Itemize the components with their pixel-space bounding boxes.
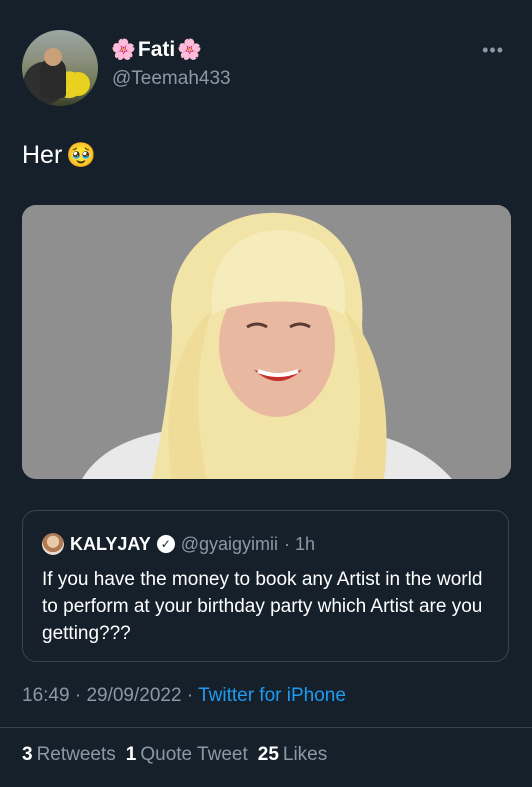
likes-count: 25 [257,744,279,765]
quoted-tweet-time: · 1h [284,533,316,554]
avatar-head [44,48,62,66]
more-options-icon[interactable]: ••• [482,40,504,61]
quoted-author-avatar [42,533,64,555]
author-name-row[interactable]: 🌸 Fati 🌸 [111,38,202,62]
tweet-date[interactable]: 29/09/2022 [86,685,181,706]
author-avatar[interactable] [22,30,98,106]
tweet-text: Her 🥹 [22,141,96,170]
tweet-photo[interactable] [22,205,511,479]
quoted-author-handle: @gyaigyimii [180,533,279,554]
verified-badge-icon: ✓ [156,535,175,553]
quoted-tweet-card[interactable]: KALYJAY ✓ @gyaigyimii · 1h If you have t… [22,510,509,662]
retweets-count: 3 [22,744,33,765]
separator-dot: · [181,685,199,706]
quote-tweets-count: 1 [125,744,137,765]
likes-stat[interactable]: 25 Likes [258,744,328,766]
retweets-stat[interactable]: 3 Retweets [22,744,116,766]
likes-label: Likes [282,744,328,765]
portrait-photo-icon [22,205,511,479]
flower-emoji-icon: 🌸 [177,39,203,61]
pleading-face-emoji-icon: 🥹 [66,141,97,169]
author-handle[interactable]: @Teemah433 [112,68,231,90]
quoted-author-name: KALYJAY [70,533,151,554]
engagement-stats: 3 Retweets 1 Quote Tweet 25 Likes [22,744,327,766]
divider [0,727,532,728]
separator-dot: · [69,685,87,706]
author-display-name[interactable]: Fati [138,38,175,62]
quote-tweets-stat[interactable]: 1 Quote Tweet [126,744,248,766]
tweet-metadata: 16:49 · 29/09/2022 · Twitter for iPhone [22,685,346,707]
quote-tweets-label: Quote Tweet [140,744,248,765]
source-app-link[interactable]: Twitter for iPhone [198,685,346,706]
tweet-time[interactable]: 16:49 [22,685,70,706]
flower-emoji-icon: 🌸 [111,39,136,61]
avatar-yellow-object [66,72,90,96]
retweets-label: Retweets [36,744,116,765]
quoted-tweet-text: If you have the money to book any Artist… [42,569,483,644]
quoted-tweet-header: KALYJAY ✓ @gyaigyimii · 1h [42,533,315,555]
tweet-text-content: Her [22,141,63,169]
